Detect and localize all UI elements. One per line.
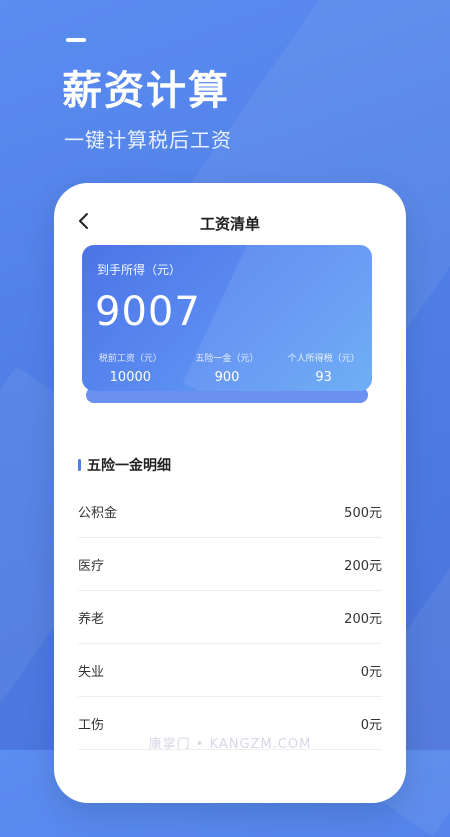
insurance-list: 公积金 500元 医疗 200元 养老 200元 失业 0元 工伤 0元	[78, 485, 382, 750]
stat-label: 五险一金（元）	[195, 354, 259, 364]
summary-card-stack: 到手所得（元） 9007 税前工资（元） 10000 五险一金（元） 900 个…	[82, 245, 372, 425]
item-label: 失业	[78, 664, 105, 680]
promo-title: 薪资计算	[62, 68, 230, 114]
stat-insurance: 五险一金（元） 900	[179, 351, 276, 385]
stat-pre-tax: 税前工资（元） 10000	[82, 351, 179, 385]
section-title: 五险一金明细	[78, 455, 171, 475]
stat-value: 93	[315, 370, 332, 385]
stat-label: 个人所得税（元）	[287, 354, 360, 364]
section-title-text: 五险一金明细	[87, 458, 171, 474]
item-label: 医疗	[78, 558, 105, 574]
summary-stats: 税前工资（元） 10000 五险一金（元） 900 个人所得税（元） 93	[82, 351, 372, 385]
item-label: 工伤	[78, 717, 105, 733]
list-item: 失业 0元	[78, 644, 382, 697]
item-value: 500元	[344, 505, 382, 521]
item-label: 公积金	[78, 505, 118, 521]
net-income-label: 到手所得（元）	[97, 263, 182, 277]
page-title: 工资清单	[199, 215, 260, 233]
list-item: 医疗 200元	[78, 538, 382, 591]
list-item: 养老 200元	[78, 591, 382, 644]
top-bar: 工资清单	[64, 193, 396, 249]
item-value: 0元	[360, 664, 382, 680]
section-accent-bar	[78, 459, 81, 471]
stat-value: 10000	[109, 370, 152, 385]
item-value: 200元	[344, 611, 382, 627]
promo-subtitle: 一键计算税后工资	[64, 128, 232, 152]
summary-card: 到手所得（元） 9007 税前工资（元） 10000 五险一金（元） 900 个…	[82, 245, 372, 391]
phone-screen: 工资清单 到手所得（元） 9007 税前工资（元） 10000 五险一金（元） …	[54, 183, 406, 803]
list-item: 公积金 500元	[78, 485, 382, 538]
stat-label: 税前工资（元）	[98, 354, 162, 364]
stat-value: 900	[214, 370, 240, 385]
item-value: 200元	[344, 558, 382, 574]
watermark: 康掌门 • KANGZM.COM	[148, 737, 312, 752]
stat-income-tax: 个人所得税（元） 93	[275, 351, 372, 385]
net-income-value: 9007	[95, 289, 201, 335]
item-value: 0元	[360, 717, 382, 733]
item-label: 养老	[78, 611, 105, 627]
title-dash	[66, 38, 86, 42]
